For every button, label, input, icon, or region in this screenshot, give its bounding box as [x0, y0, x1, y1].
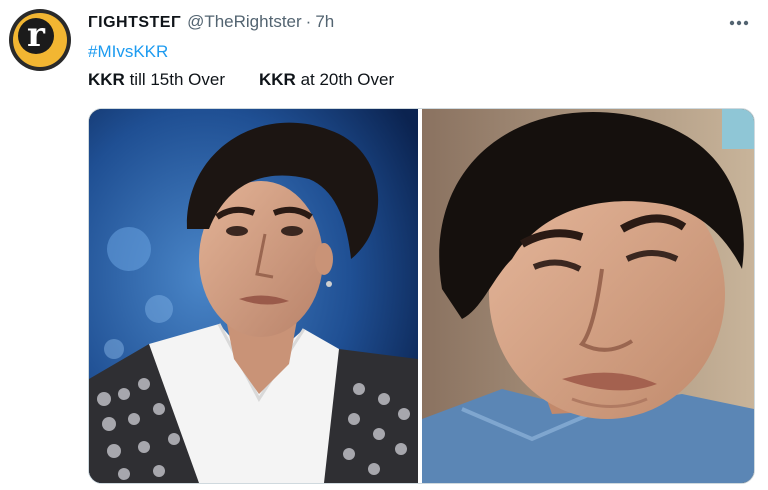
caption-right-text: at 20th Over — [295, 70, 395, 89]
avatar-logo-center: r — [18, 15, 54, 55]
tweet-header: ΓIGHTSTEΓ @TheRightster · 7h — [88, 12, 334, 36]
caption-left-text: till 15th Over — [124, 70, 225, 89]
tweet-timestamp[interactable]: 7h — [315, 12, 334, 32]
author-name[interactable]: ΓIGHTSTEΓ — [88, 14, 181, 32]
avatar-logo-letter: r — [27, 15, 45, 55]
profile-avatar[interactable]: r — [9, 9, 71, 71]
tweet-media[interactable] — [88, 108, 755, 484]
hashtag-link[interactable]: #MIvsKKR — [88, 42, 168, 62]
header-separator: · — [305, 12, 312, 31]
tweet-text: KKR till 15th Over KKR at 20th Over — [88, 70, 394, 90]
author-handle[interactable]: @TheRightster — [187, 12, 302, 32]
caption-right-bold: KKR — [259, 70, 296, 89]
tweet[interactable]: r ΓIGHTSTEΓ @TheRightster · 7h #MIvsKKR … — [0, 0, 768, 490]
caption-left-bold: KKR — [88, 70, 125, 89]
more-horizontal-icon[interactable] — [722, 10, 756, 36]
media-photo-left[interactable] — [89, 109, 418, 483]
media-photo-right[interactable] — [422, 109, 754, 483]
